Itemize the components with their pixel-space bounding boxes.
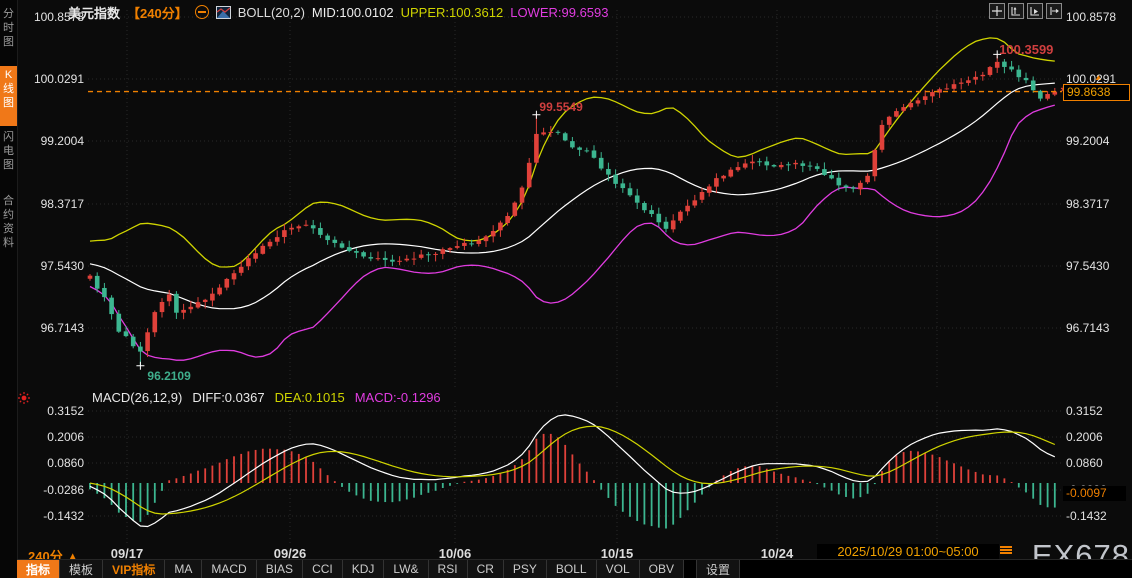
low-price-annotation: 96.2109 (147, 368, 191, 383)
macd-hist-value: MACD:-0.1296 (354, 390, 441, 405)
macd-tick: 0.0860 (1066, 456, 1103, 470)
macd-tick: 0.0860 (47, 456, 84, 470)
kline-chart-icon (215, 5, 231, 19)
macd-tick: -0.1432 (1066, 509, 1107, 523)
boll-mid-value: MID:100.0102 (311, 4, 394, 20)
toolbar-item-BOLL[interactable]: BOLL (546, 560, 597, 578)
high-price-annotation: 100.3599 (999, 42, 1054, 58)
macd-tick: 0.3152 (47, 404, 84, 418)
toolbar-item-LW&[interactable]: LW& (384, 560, 429, 578)
price-tick: 96.7143 (1066, 321, 1110, 335)
macd-tick: 0.3152 (1066, 404, 1103, 418)
price-tick: 99.2004 (40, 134, 84, 148)
macd-tick: 0.2006 (47, 430, 84, 444)
toolbar-item-MACD[interactable]: MACD (202, 560, 257, 578)
indicator-toolbar: 指标 模板 VIP指标 MA MACD BIAS CCI KDJ LW& RSI CR PSY BOLL… (17, 559, 1132, 578)
price-tick: 100.8578 (33, 10, 84, 24)
last-price-box: 99.8638 (1063, 84, 1130, 101)
toolbar-item-MA[interactable]: MA (165, 560, 203, 578)
period-label: 【240分】 (127, 5, 188, 21)
macd-diff-value: DIFF:0.0367 (192, 390, 265, 405)
price-tick: 100.0291 (1066, 72, 1117, 86)
price-tick: 100.8578 (1066, 10, 1117, 24)
macd-last-value-box: -0.0097 (1063, 486, 1126, 501)
macd-tick: -0.0286 (43, 483, 84, 497)
crosshair-icon[interactable] (989, 3, 1005, 19)
price-tick: 97.5430 (40, 259, 84, 273)
sidebar-tab-[interactable]: 分时图 (0, 5, 17, 65)
price-tick: 96.7143 (40, 321, 84, 335)
price-tick: 99.2004 (1066, 134, 1110, 148)
macd-dea-value: DEA:0.1015 (274, 390, 345, 405)
chart-type-sidebar: 分时图 K线图闪电图合约资料 (0, 0, 18, 578)
boll-upper-value: UPPER:100.3612 (400, 4, 504, 20)
price-tick: 97.5430 (1066, 259, 1110, 273)
toolbar-item-模板[interactable]: 模板 (60, 560, 104, 578)
sidebar-tab-[interactable]: 闪电图 (0, 128, 17, 188)
toolbar-item-PSY[interactable]: PSY (503, 560, 547, 578)
trading-app-window: * 分时图K线图闪电图合约资料 美元指数 【240分】 BOLL(20,2) M… (0, 0, 1132, 578)
toolbar-item-VOL[interactable]: VOL (596, 560, 640, 578)
macd-formula: MACD(26,12,9) (92, 390, 183, 405)
scale-axis-icon[interactable] (1008, 3, 1024, 19)
toolbar-item-指标[interactable]: 指标 (17, 560, 61, 578)
toolbar-item-CCI[interactable]: CCI (303, 560, 343, 578)
macd-header: MACD(26,12,9) DIFF:0.0367 DEA:0.1015 MAC… (92, 390, 441, 405)
menu-icon[interactable] (1000, 546, 1012, 558)
shift-right-icon[interactable] (1046, 3, 1062, 19)
hot-marker-icon[interactable] (17, 391, 31, 405)
playback-axis-icon[interactable] (1027, 3, 1043, 19)
sidebar-tab-active[interactable]: K线图 (0, 66, 17, 126)
chart-canvas[interactable]: * (0, 0, 1132, 578)
macd-tick: -0.1432 (43, 509, 84, 523)
boll-formula: BOLL(20,2) (237, 4, 305, 20)
price-tick: 98.3717 (1066, 197, 1110, 211)
remove-indicator-icon[interactable] (194, 5, 209, 19)
toolbar-item-设置[interactable]: 设置 (695, 560, 740, 578)
sidebar-tab-[interactable]: 合约资料 (0, 192, 17, 270)
price-tick: 100.0291 (33, 72, 84, 86)
chart-header: 美元指数 【240分】 BOLL(20,2) MID:100.0102 UPPE… (68, 4, 609, 21)
swing-high-annotation: 99.5549 (539, 99, 583, 114)
toolbar-item-OBV[interactable]: OBV (639, 560, 684, 578)
price-tick: 98.3717 (40, 197, 84, 211)
toolbar-item-KDJ[interactable]: KDJ (342, 560, 385, 578)
toolbar-item-VIP指标[interactable]: VIP指标 (103, 560, 166, 578)
macd-tick: 0.2006 (1066, 430, 1103, 444)
toolbar-item-CR[interactable]: CR (467, 560, 504, 578)
chart-toolbar-icons (989, 3, 1062, 19)
toolbar-item-BIAS[interactable]: BIAS (256, 560, 304, 578)
boll-lower-value: LOWER:99.6593 (510, 4, 609, 20)
toolbar-item-RSI[interactable]: RSI (428, 560, 468, 578)
current-bar-time-range: 2025/10/29 01:00~05:00 (817, 544, 999, 560)
